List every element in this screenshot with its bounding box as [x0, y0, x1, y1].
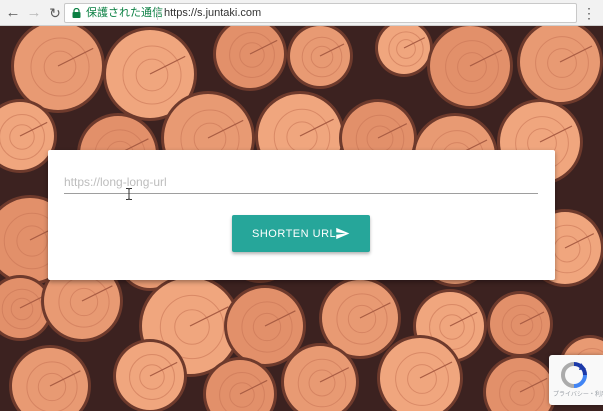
back-button[interactable]: ←: [3, 3, 23, 23]
reload-button[interactable]: ↻: [45, 3, 65, 23]
log-end: [427, 26, 513, 109]
log-end: [9, 345, 91, 411]
log-end: [113, 339, 187, 411]
forward-button[interactable]: →: [24, 3, 44, 23]
browser-menu-button[interactable]: ⋮: [582, 3, 596, 23]
log-end: [517, 26, 603, 105]
secure-connection-label: 保護された通信: [86, 7, 163, 19]
send-icon: [336, 227, 350, 240]
recaptcha-terms-text: プライバシー・利用規約: [553, 392, 603, 398]
vertical-ellipsis-icon: ⋮: [582, 5, 596, 21]
long-url-input[interactable]: [64, 170, 538, 194]
text-cursor-icon: [126, 188, 132, 200]
log-end: [287, 26, 353, 89]
address-bar[interactable]: 保護された通信 https://s.juntaki.com: [64, 3, 577, 23]
arrow-right-icon: →: [26, 4, 42, 21]
log-end: [483, 355, 557, 411]
shorten-form-card: SHORTEN URL: [48, 150, 555, 280]
browser-toolbar: ← → ↻ 保護された通信 https://s.juntaki.com ⋮: [0, 0, 603, 26]
recaptcha-badge[interactable]: プライバシー・利用規約: [549, 355, 603, 405]
shorten-url-button[interactable]: SHORTEN URL: [232, 215, 370, 252]
arrow-left-icon: ←: [5, 4, 21, 21]
shorten-url-label: SHORTEN URL: [252, 228, 337, 240]
log-end: [487, 291, 553, 357]
lock-icon: [72, 8, 81, 18]
address-divider: [157, 7, 158, 20]
recaptcha-logo-icon: [560, 362, 587, 388]
log-end: [375, 26, 433, 77]
address-url[interactable]: https://s.juntaki.com: [164, 6, 261, 21]
reload-icon: ↻: [49, 5, 61, 21]
log-end: [213, 26, 287, 91]
